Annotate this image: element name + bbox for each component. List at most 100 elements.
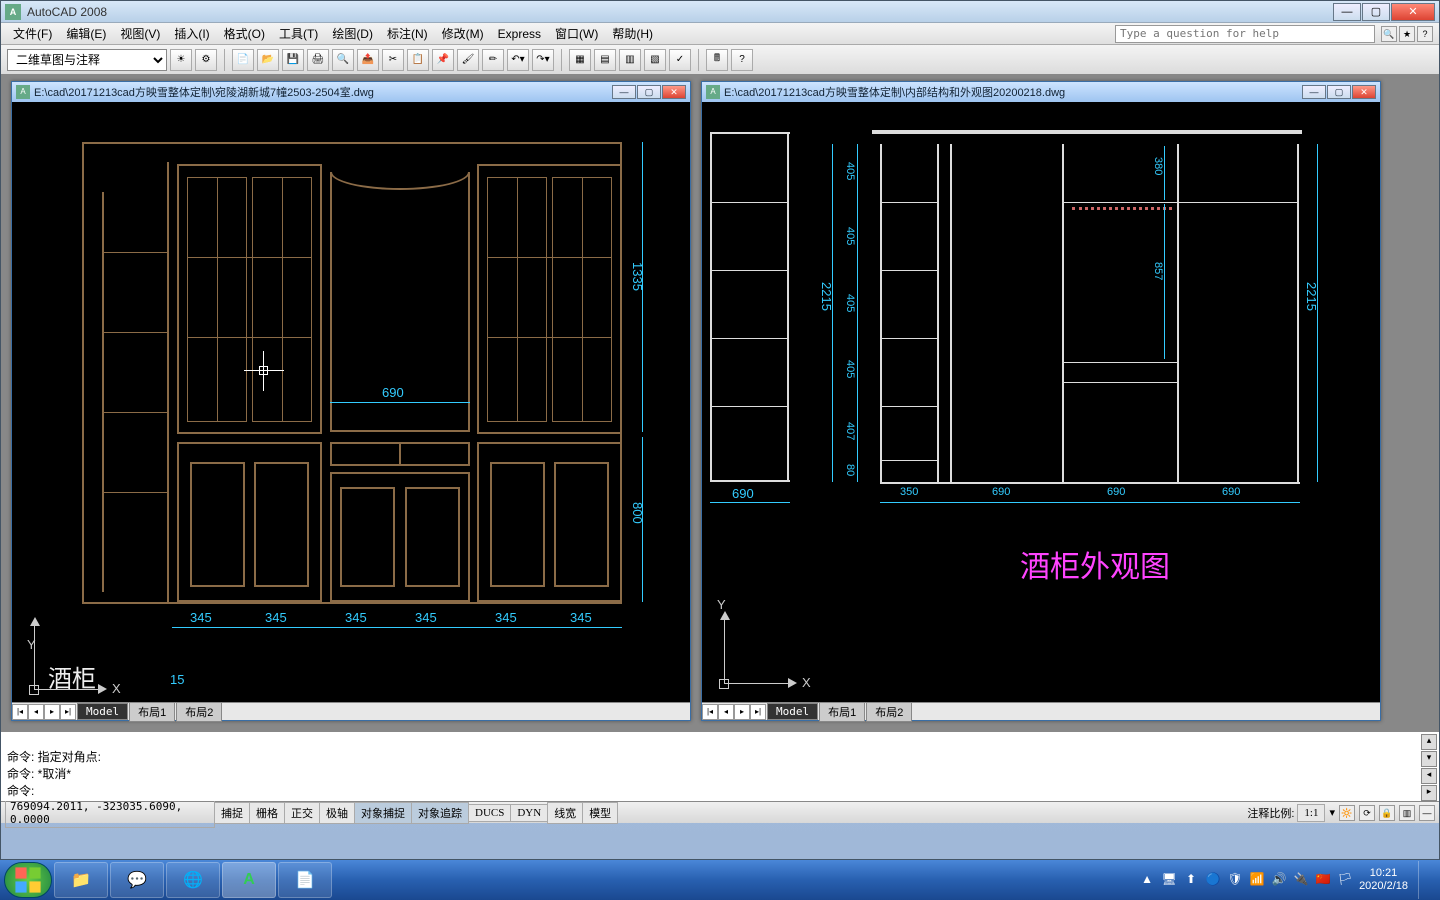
plot-icon[interactable]: 🖨 [307, 49, 329, 71]
taskbar-browser[interactable]: 🌐 [166, 862, 220, 898]
menu-window[interactable]: 窗口(W) [549, 23, 604, 44]
toolpal-icon[interactable]: ▥ [619, 49, 641, 71]
polar-toggle[interactable]: 极轴 [319, 802, 355, 824]
cmd-line-2[interactable]: 命令: [7, 782, 1433, 799]
cmd-scroll-l[interactable]: ◂ [1421, 768, 1437, 784]
tray-update-icon[interactable]: ⬆ [1183, 872, 1199, 888]
system-tray[interactable]: ▲ 🖥 ⬆ 🔵 🛡 📶 🔊 🔌 🇨🇳 🏳 10:21 2020/2/18 [1139, 861, 1436, 899]
doc2-close[interactable]: ✕ [1352, 85, 1376, 99]
lock-icon[interactable]: 🔒 [1379, 805, 1395, 821]
menu-modify[interactable]: 修改(M) [436, 23, 490, 44]
menu-tools[interactable]: 工具(T) [273, 23, 324, 44]
taskbar-wechat[interactable]: 💬 [110, 862, 164, 898]
model-toggle[interactable]: 模型 [582, 802, 618, 824]
calc-icon[interactable]: 🖩 [706, 49, 728, 71]
menu-dim[interactable]: 标注(N) [381, 23, 434, 44]
tab-last[interactable]: ▸| [60, 704, 76, 720]
tab-prev[interactable]: ◂ [28, 704, 44, 720]
taskbar-notes[interactable]: 📄 [278, 862, 332, 898]
doc1-close[interactable]: ✕ [662, 85, 686, 99]
tray-power-icon[interactable]: 🔌 [1293, 872, 1309, 888]
tab2-prev[interactable]: ◂ [718, 704, 734, 720]
windows-taskbar[interactable]: 📁 💬 🌐 A 📄 ▲ 🖥 ⬆ 🔵 🛡 📶 🔊 🔌 🇨🇳 🏳 10:21 202… [0, 860, 1440, 900]
close-button[interactable]: ✕ [1391, 3, 1435, 21]
redo-icon[interactable]: ↷▾ [532, 49, 554, 71]
tray-toolbar-icon[interactable]: ▥ [1399, 805, 1415, 821]
anno-auto-icon[interactable]: ⟳ [1359, 805, 1375, 821]
grid-toggle[interactable]: 栅格 [249, 802, 285, 824]
match-icon[interactable]: 🖌 [457, 49, 479, 71]
tray-overflow-icon[interactable]: ▲ [1139, 872, 1155, 888]
tray-dash-icon[interactable]: — [1419, 805, 1435, 821]
tray-shield-icon[interactable]: 🛡 [1227, 872, 1243, 888]
doc1-titlebar[interactable]: A E:\cad\20171213cad方映雪整体定制\宛陵湖新城7幢2503-… [12, 82, 690, 102]
menu-help[interactable]: 帮助(H) [606, 23, 659, 44]
doc-window-2[interactable]: A E:\cad\20171213cad方映雪整体定制\内部结构和外观图2020… [701, 81, 1381, 721]
tab-model[interactable]: Model [77, 703, 128, 720]
help-icon[interactable]: ? [1417, 26, 1433, 42]
taskbar-clock[interactable]: 10:21 2020/2/18 [1359, 867, 1408, 893]
designcenter-icon[interactable]: ▤ [594, 49, 616, 71]
coords-readout[interactable]: 769094.2011, -323035.6090, 0.0000 [5, 798, 215, 828]
tab2-layout1[interactable]: 布局1 [819, 702, 865, 722]
cmd-scroll-r[interactable]: ▸ [1421, 785, 1437, 801]
save-icon[interactable]: 💾 [282, 49, 304, 71]
tray-volume-icon[interactable]: 🔊 [1271, 872, 1287, 888]
menu-file[interactable]: 文件(F) [7, 23, 58, 44]
doc1-canvas[interactable]: 690 1335 [12, 102, 690, 702]
minimize-button[interactable]: — [1333, 3, 1361, 21]
menu-insert[interactable]: 插入(I) [168, 23, 215, 44]
snap-toggle[interactable]: 捕捉 [214, 802, 250, 824]
menu-view[interactable]: 视图(V) [114, 23, 166, 44]
tab2-last[interactable]: ▸| [750, 704, 766, 720]
menu-draw[interactable]: 绘图(D) [326, 23, 379, 44]
copy-icon[interactable]: 📋 [407, 49, 429, 71]
anno-vis-icon[interactable]: 🔆 [1339, 805, 1355, 821]
tab2-next[interactable]: ▸ [734, 704, 750, 720]
ortho-toggle[interactable]: 正交 [284, 802, 320, 824]
new-icon[interactable]: 📄 [232, 49, 254, 71]
help-search-input[interactable] [1115, 25, 1375, 43]
tab2-first[interactable]: |◂ [702, 704, 718, 720]
markup-icon[interactable]: ✓ [669, 49, 691, 71]
osnap-toggle[interactable]: 对象捕捉 [354, 802, 412, 824]
dyn-toggle[interactable]: DYN [510, 804, 548, 822]
ducs-toggle[interactable]: DUCS [468, 804, 511, 822]
lwt-toggle[interactable]: 线宽 [547, 802, 583, 824]
otrack-toggle[interactable]: 对象追踪 [411, 802, 469, 824]
sheetset-icon[interactable]: ▧ [644, 49, 666, 71]
menu-format[interactable]: 格式(O) [218, 23, 271, 44]
titlebar[interactable]: A AutoCAD 2008 — ▢ ✕ [1, 1, 1439, 23]
undo-icon[interactable]: ↶▾ [507, 49, 529, 71]
start-button[interactable] [4, 862, 52, 898]
workspace-select[interactable]: 二维草图与注释 [7, 49, 167, 71]
ws-sun-icon[interactable]: ☀ [170, 49, 192, 71]
tab-layout1[interactable]: 布局1 [129, 702, 175, 722]
ws-gear-icon[interactable]: ⚙ [195, 49, 217, 71]
tab-layout2[interactable]: 布局2 [176, 702, 222, 722]
tab-first[interactable]: |◂ [12, 704, 28, 720]
command-line[interactable]: 命令: 指定对角点: 命令: *取消* 命令: ▴ ▾ ◂ ▸ [1, 729, 1439, 801]
preview-icon[interactable]: 🔍 [332, 49, 354, 71]
publish-icon[interactable]: 📤 [357, 49, 379, 71]
search-icon[interactable]: 🔍 [1381, 26, 1397, 42]
tray-app-icon[interactable]: 🔵 [1205, 872, 1221, 888]
qselect-icon[interactable]: ▦ [569, 49, 591, 71]
tab-next[interactable]: ▸ [44, 704, 60, 720]
tab2-layout2[interactable]: 布局2 [866, 702, 912, 722]
taskbar-autocad[interactable]: A [222, 862, 276, 898]
paste-icon[interactable]: 📌 [432, 49, 454, 71]
show-desktop-button[interactable] [1418, 861, 1430, 899]
doc1-min[interactable]: — [612, 85, 636, 99]
doc1-max[interactable]: ▢ [637, 85, 661, 99]
tray-flag-icon[interactable]: 🏳 [1337, 872, 1353, 888]
tab2-model[interactable]: Model [767, 703, 818, 720]
menu-express[interactable]: Express [492, 25, 547, 43]
help2-icon[interactable]: ? [731, 49, 753, 71]
doc2-min[interactable]: — [1302, 85, 1326, 99]
maximize-button[interactable]: ▢ [1362, 3, 1390, 21]
cmd-scroll-dn[interactable]: ▾ [1421, 751, 1437, 767]
doc2-max[interactable]: ▢ [1327, 85, 1351, 99]
doc2-titlebar[interactable]: A E:\cad\20171213cad方映雪整体定制\内部结构和外观图2020… [702, 82, 1380, 102]
tray-monitor-icon[interactable]: 🖥 [1161, 872, 1177, 888]
